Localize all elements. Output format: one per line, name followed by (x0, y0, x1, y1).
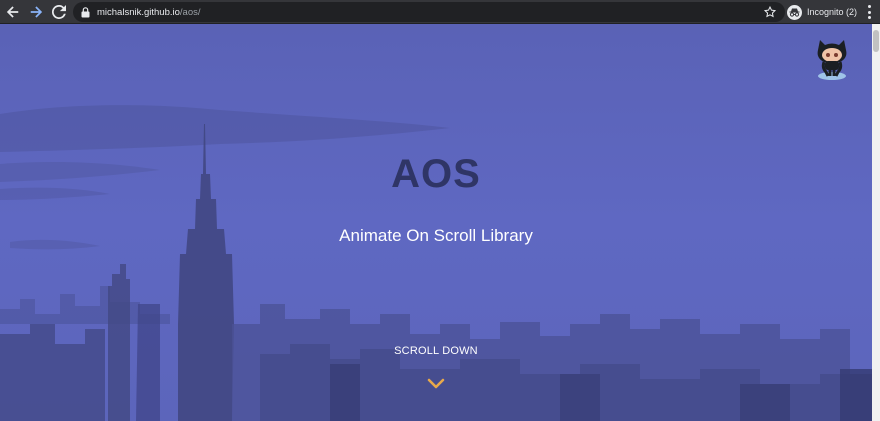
page-subtitle: Animate On Scroll Library (339, 226, 533, 245)
page-scrollbar[interactable] (872, 24, 880, 421)
forward-button[interactable] (26, 2, 46, 22)
address-bar[interactable]: michalsnik.github.io/aos/ (73, 2, 785, 22)
page-viewport: AOS Animate On Scroll Library SCROLL DOW… (0, 24, 872, 421)
reload-icon (52, 4, 66, 19)
incognito-indicator[interactable]: Incognito (2) (787, 3, 857, 21)
url-path: /aos/ (179, 6, 201, 18)
incognito-label: Incognito (2) (807, 7, 858, 17)
scroll-down-label[interactable]: SCROLL DOWN (0, 345, 872, 357)
star-icon[interactable] (763, 5, 777, 19)
city-skyline-background (0, 24, 872, 421)
lock-icon (81, 6, 91, 18)
back-arrow-icon (6, 5, 19, 18)
back-button[interactable] (3, 2, 23, 22)
url-host: michalsnik.github.io (97, 6, 180, 18)
kebab-menu-icon[interactable] (866, 5, 872, 19)
octocat-icon[interactable] (808, 36, 852, 82)
page-title: AOS (391, 152, 481, 196)
chevron-down-icon[interactable] (427, 378, 445, 390)
browser-toolbar: michalsnik.github.io/aos/ Incognito (2) (0, 0, 880, 24)
forward-arrow-icon (30, 5, 43, 18)
reload-button[interactable] (49, 2, 69, 22)
scrollbar-thumb[interactable] (873, 30, 879, 52)
incognito-icon (787, 4, 802, 20)
